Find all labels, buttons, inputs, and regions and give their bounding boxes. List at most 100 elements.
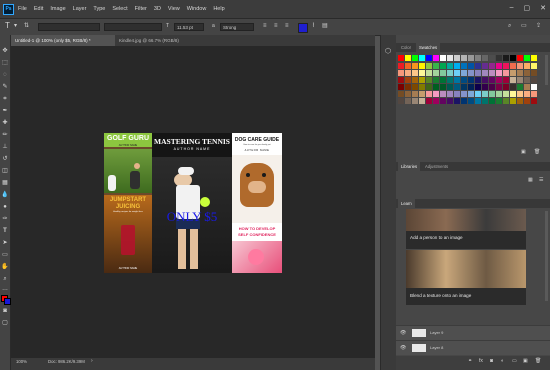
group-icon[interactable]: ▭ — [512, 358, 517, 364]
background-color-swatch[interactable] — [4, 298, 11, 305]
swatches-scrollbar[interactable] — [545, 55, 548, 85]
learn-scrollbar[interactable] — [545, 211, 548, 301]
minimize-button[interactable]: – — [510, 4, 514, 12]
swatch[interactable] — [482, 98, 488, 104]
swatch[interactable] — [531, 63, 537, 69]
swatch[interactable] — [412, 63, 418, 69]
swatch[interactable] — [461, 98, 467, 104]
menu-window[interactable]: Window — [187, 6, 207, 12]
swatch[interactable] — [433, 84, 439, 90]
antialias-select[interactable]: Strong — [220, 23, 254, 31]
menu-image[interactable]: Image — [50, 6, 65, 12]
swatch[interactable] — [426, 55, 432, 61]
screen-mode-icon[interactable]: ▢ — [1, 319, 9, 327]
more-tools-icon[interactable]: … — [1, 285, 9, 293]
swatch[interactable] — [531, 84, 537, 90]
swatch[interactable] — [531, 91, 537, 97]
swatch[interactable] — [482, 55, 488, 61]
swatch[interactable] — [440, 55, 446, 61]
swatch[interactable] — [412, 77, 418, 83]
align-center-icon[interactable]: ≡ — [274, 22, 278, 30]
menu-filter[interactable]: Filter — [135, 6, 147, 12]
swatch[interactable] — [468, 77, 474, 83]
swatch[interactable] — [524, 70, 530, 76]
swatch[interactable] — [405, 55, 411, 61]
swatch[interactable] — [405, 84, 411, 90]
swatch[interactable] — [454, 91, 460, 97]
move-tool-icon[interactable]: ✥ — [1, 47, 9, 55]
swatch[interactable] — [489, 98, 495, 104]
swatch[interactable] — [531, 98, 537, 104]
eye-icon[interactable]: 👁 — [400, 326, 406, 340]
zoom-level[interactable]: 100% — [16, 359, 27, 364]
swatch[interactable] — [489, 77, 495, 83]
learn-item-blend-texture[interactable]: Blend a texture onto an image — [406, 250, 526, 305]
swatch[interactable] — [517, 84, 523, 90]
swatch[interactable] — [510, 63, 516, 69]
zoom-tool-icon[interactable]: ⌕ — [1, 275, 9, 283]
layer-row[interactable]: 👁 Layer 9 — [396, 325, 550, 340]
swatch[interactable] — [496, 70, 502, 76]
layer-name[interactable]: Layer 8 — [430, 341, 443, 355]
swatch[interactable] — [426, 98, 432, 104]
swatch[interactable] — [510, 55, 516, 61]
swatch[interactable] — [503, 98, 509, 104]
swatch[interactable] — [461, 91, 467, 97]
swatch[interactable] — [433, 63, 439, 69]
swatch[interactable] — [447, 84, 453, 90]
swatch[interactable] — [419, 77, 425, 83]
swatch[interactable] — [405, 91, 411, 97]
swatch[interactable] — [496, 77, 502, 83]
swatch[interactable] — [524, 55, 530, 61]
swatch[interactable] — [468, 84, 474, 90]
character-panel-icon[interactable]: ▤ — [322, 22, 328, 30]
new-swatch-icon[interactable]: ▣ — [521, 149, 526, 155]
swatch[interactable] — [510, 84, 516, 90]
swatch[interactable] — [419, 63, 425, 69]
close-button[interactable]: ✕ — [540, 4, 546, 12]
swatch[interactable] — [419, 84, 425, 90]
swatch[interactable] — [489, 63, 495, 69]
swatch[interactable] — [482, 77, 488, 83]
eye-icon[interactable]: 👁 — [400, 341, 406, 355]
stamp-tool-icon[interactable]: ⊥ — [1, 143, 9, 151]
healing-brush-icon[interactable]: ✚ — [1, 119, 9, 127]
swatch[interactable] — [517, 98, 523, 104]
swatch[interactable] — [440, 63, 446, 69]
swatch[interactable] — [468, 91, 474, 97]
share-icon[interactable]: ⇪ — [536, 22, 541, 30]
swatch[interactable] — [517, 91, 523, 97]
learn-item-add-person[interactable]: Add a person to an image — [406, 209, 526, 249]
swatch[interactable] — [426, 70, 432, 76]
swatch[interactable] — [524, 91, 530, 97]
dodge-tool-icon[interactable]: ● — [1, 203, 9, 211]
swatch[interactable] — [447, 70, 453, 76]
align-right-icon[interactable]: ≡ — [285, 22, 289, 30]
pen-tool-icon[interactable]: ✑ — [1, 215, 9, 223]
menu-type[interactable]: Type — [93, 6, 105, 12]
swatch[interactable] — [419, 98, 425, 104]
swatch[interactable] — [405, 98, 411, 104]
swatch[interactable] — [524, 77, 530, 83]
swatch[interactable] — [398, 91, 404, 97]
font-style-select[interactable] — [104, 23, 162, 31]
align-left-icon[interactable]: ≡ — [263, 22, 267, 30]
swatch[interactable] — [440, 77, 446, 83]
swatch[interactable] — [454, 70, 460, 76]
swatch[interactable] — [412, 91, 418, 97]
swatch[interactable] — [440, 98, 446, 104]
brush-tool-icon[interactable]: ✏ — [1, 131, 9, 139]
swatches-grid[interactable] — [398, 55, 543, 161]
swatch[interactable] — [412, 55, 418, 61]
maximize-button[interactable]: ▢ — [524, 4, 531, 12]
swatch[interactable] — [440, 70, 446, 76]
gradient-tool-icon[interactable]: ▦ — [1, 179, 9, 187]
swatch[interactable] — [440, 84, 446, 90]
swatch[interactable] — [419, 91, 425, 97]
lasso-tool-icon[interactable]: ◌ — [1, 71, 9, 79]
blur-tool-icon[interactable]: 💧 — [1, 191, 9, 199]
rectangle-tool-icon[interactable]: ▭ — [1, 251, 9, 259]
menu-layer[interactable]: Layer — [73, 6, 87, 12]
swatch[interactable] — [454, 84, 460, 90]
swatch[interactable] — [398, 84, 404, 90]
